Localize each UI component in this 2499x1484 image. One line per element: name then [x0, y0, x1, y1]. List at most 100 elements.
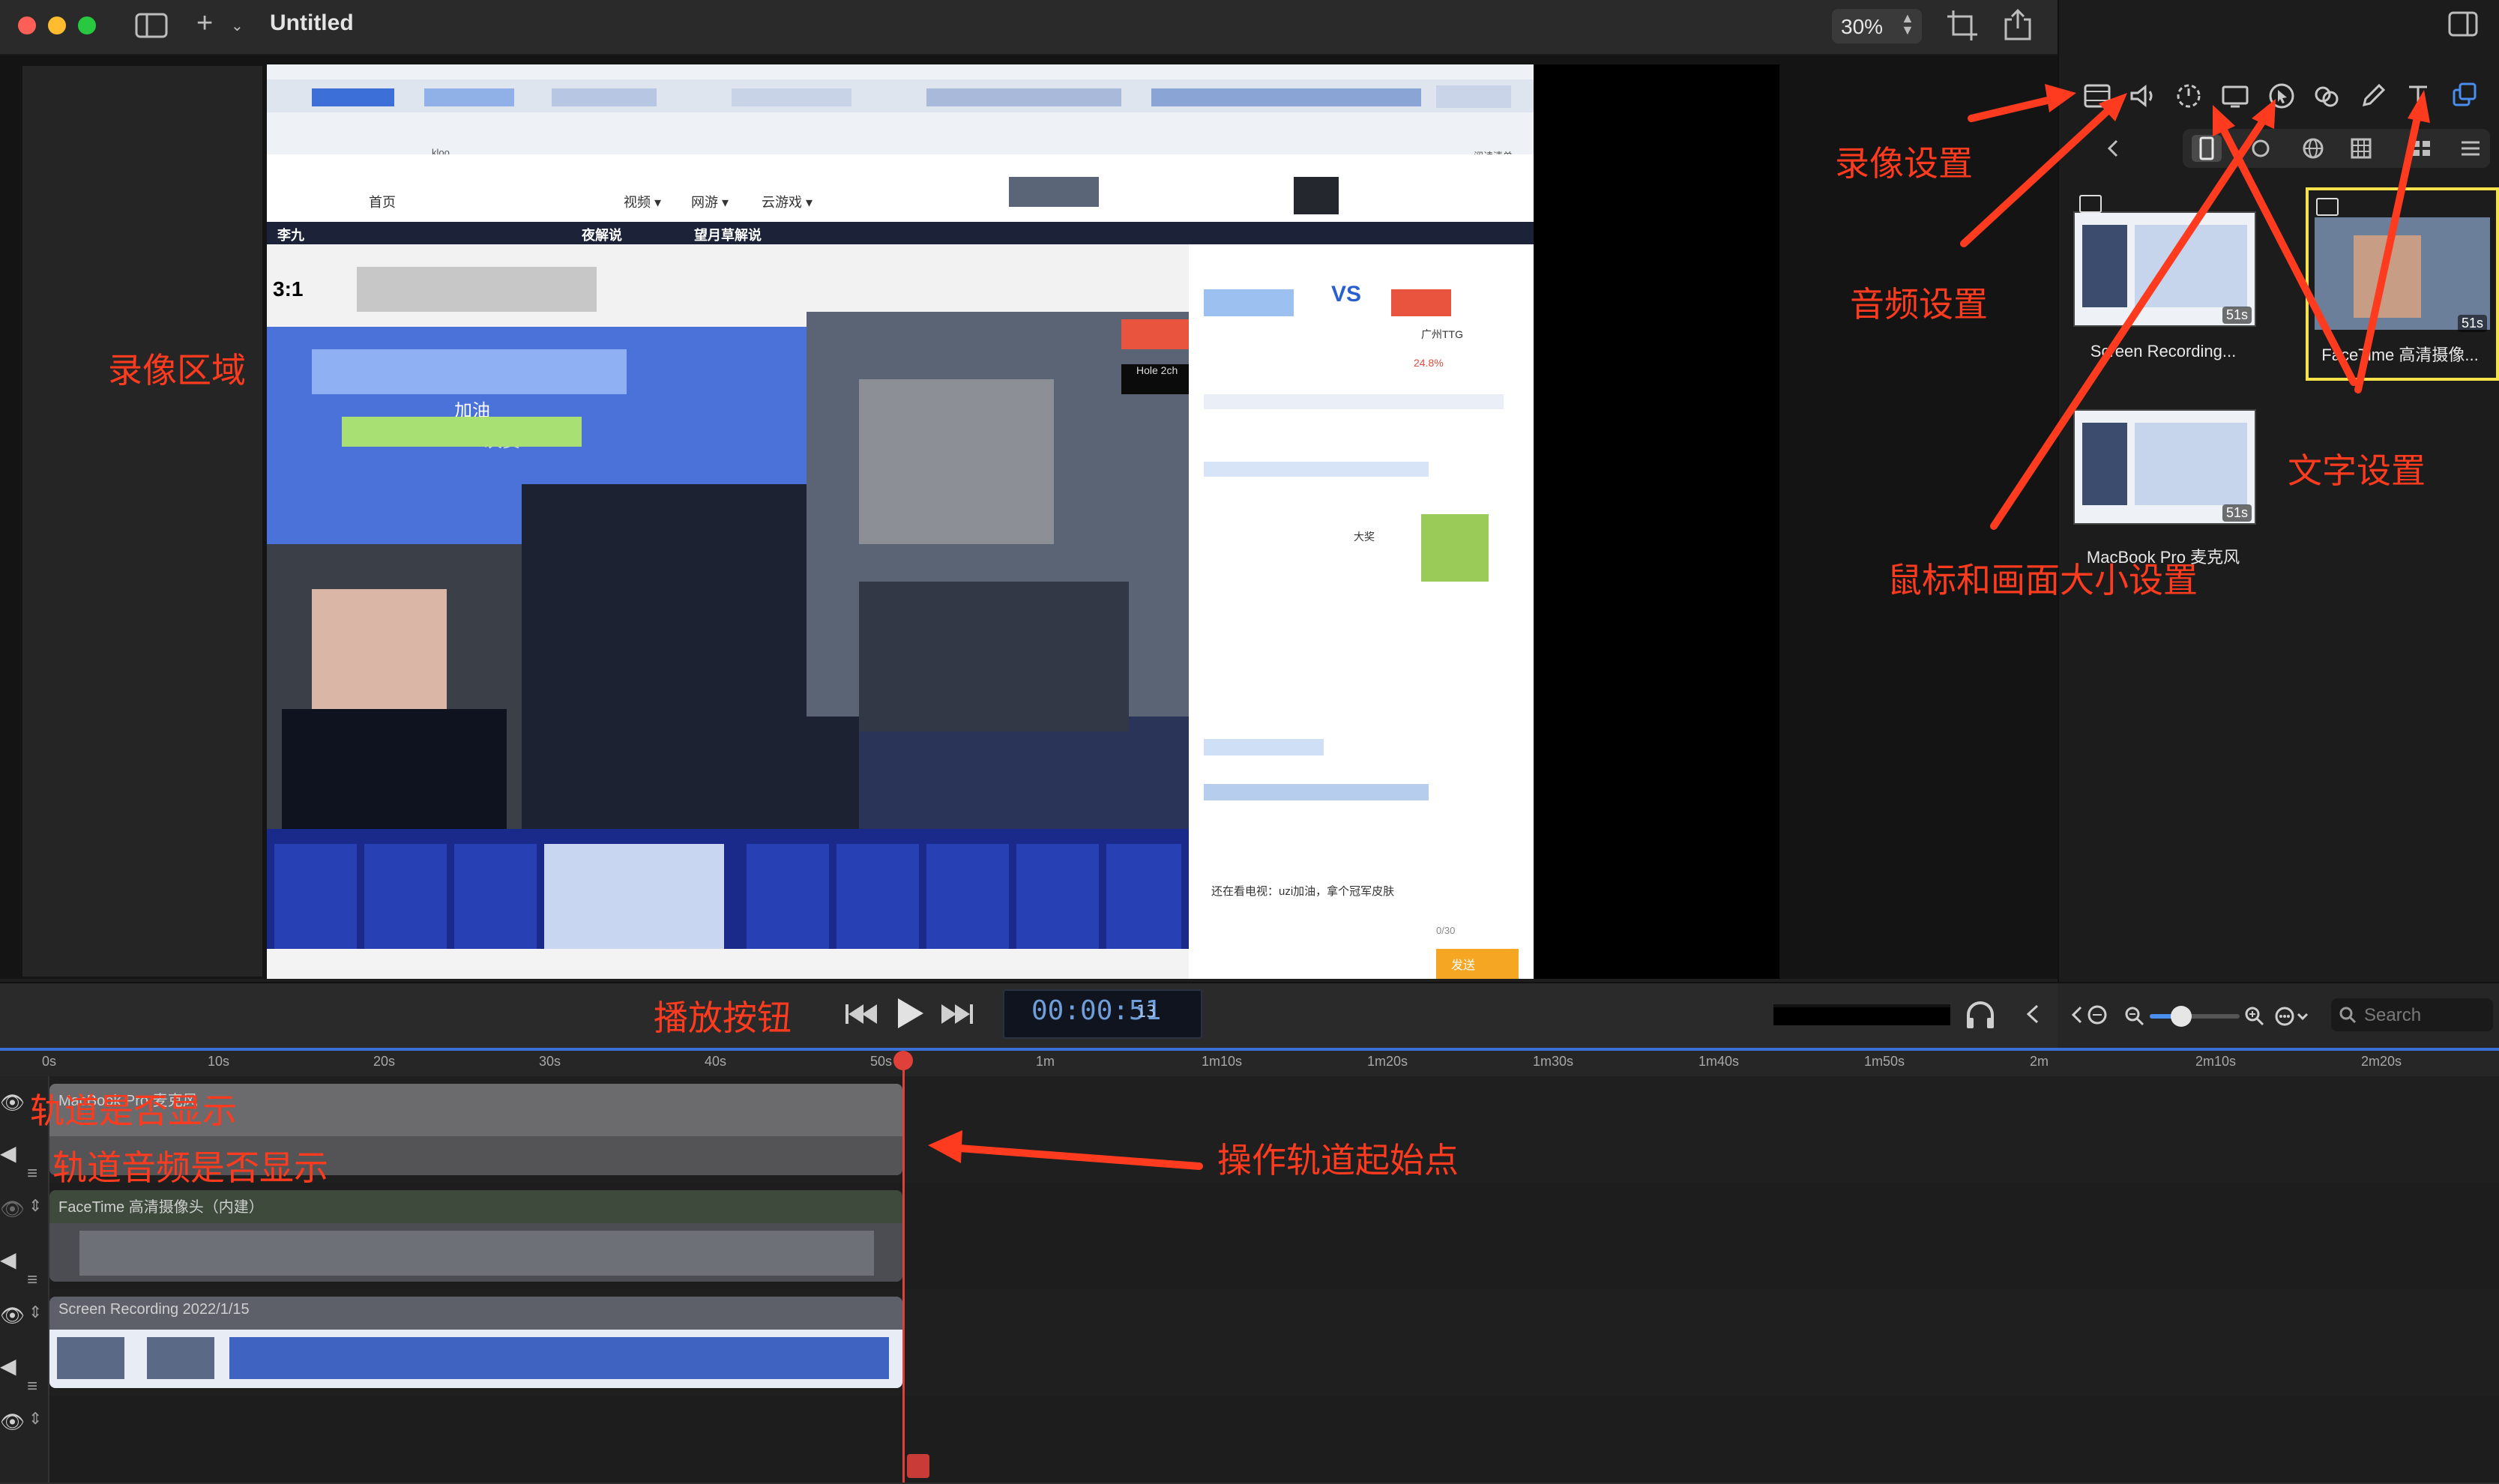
preview-counter: 0/30 — [1436, 925, 1456, 936]
skip-back-icon[interactable] — [842, 997, 880, 1035]
screen-recording-preview[interactable]: kloo 阅读清单 首页 视频 ▾ 网游 ▾ 云游戏 ▾ 李九 夜解说 望月草解… — [267, 64, 1534, 979]
play-button[interactable] — [893, 994, 926, 1037]
record-timer-icon[interactable] — [2171, 78, 2207, 114]
sidebar-toggle-icon[interactable] — [135, 12, 168, 39]
cursor-icon[interactable] — [2264, 78, 2300, 114]
preview-commentary: 望月草解说 — [694, 228, 762, 243]
reorder-handle-icon[interactable]: ≡ — [27, 1163, 37, 1184]
search-icon — [2339, 1007, 2357, 1024]
media-select-checkbox[interactable] — [2079, 195, 2102, 213]
preview-nav-home: 首页 — [369, 195, 396, 210]
playhead-handle[interactable] — [893, 1051, 913, 1070]
filter-grid-icon[interactable] — [2346, 135, 2376, 162]
zoom-stepper-icon[interactable]: ▲ ▼ — [1901, 11, 1914, 37]
preview-hole: Hole 2ch — [1136, 364, 1178, 376]
preview-host-name: 李九 — [277, 228, 304, 243]
clip-title: FaceTime 高清摄像头（内建） — [58, 1199, 264, 1216]
sort-arrows-icon[interactable]: ⇕ — [28, 1303, 42, 1322]
video-settings-icon[interactable] — [2079, 78, 2115, 114]
filter-back-icon[interactable] — [2099, 135, 2129, 162]
search-placeholder: Search — [2364, 1005, 2422, 1025]
reorder-handle-icon[interactable]: ≡ — [27, 1376, 37, 1397]
layers-icon[interactable] — [2447, 78, 2483, 114]
camera-clip[interactable]: FaceTime 高清摄像头（内建） — [49, 1190, 902, 1282]
eye-icon[interactable]: 👁 — [0, 1411, 25, 1434]
document-title: Untitled — [270, 10, 354, 35]
minimize-window-button[interactable] — [48, 16, 66, 34]
ruler-tick-label: 50s — [870, 1054, 893, 1069]
chevron-down-icon[interactable]: ⌄ — [231, 16, 244, 35]
screen-clip[interactable]: Screen Recording 2022/1/15 — [49, 1297, 902, 1388]
more-options-icon[interactable] — [2274, 1004, 2312, 1032]
preview-score: 3:1 — [273, 277, 304, 301]
preview-nav-online: 网游 ▾ — [691, 195, 729, 210]
navigate-back-icon[interactable] — [2070, 1003, 2112, 1031]
preview-team: 广州TTG — [1421, 328, 1463, 340]
annotation-text-settings: 文字设置 — [2288, 450, 2426, 491]
ruler-tick-label: 1m30s — [1533, 1054, 1574, 1069]
ruler-tick-label: 1m20s — [1367, 1054, 1408, 1069]
skip-forward-icon[interactable] — [938, 997, 976, 1035]
media-thumb-screen[interactable]: 51s — [2073, 211, 2256, 327]
filter-web-icon[interactable] — [2298, 135, 2328, 162]
ruler-tick-label: 2m10s — [2195, 1054, 2237, 1069]
media-label-screen: Screen Recording... — [2090, 342, 2237, 361]
audio-settings-icon[interactable] — [2124, 78, 2160, 114]
annotation-cursor-size: 鼠标和画面大小设置 — [1887, 560, 2198, 600]
zoom-out-icon[interactable] — [2124, 1006, 2145, 1031]
zoom-window-button[interactable] — [78, 16, 96, 34]
reorder-handle-icon[interactable]: ≡ — [27, 1270, 37, 1291]
annotation-track-start: 操作轨道起始点 — [1217, 1140, 1459, 1180]
eye-icon[interactable]: 👁 — [0, 1198, 25, 1221]
crop-icon[interactable] — [1946, 9, 1979, 42]
annotate-pen-icon[interactable] — [2355, 78, 2391, 114]
filter-device-icon[interactable] — [2192, 135, 2222, 162]
chevron-left-icon[interactable] — [2024, 1001, 2042, 1031]
playhead-foot-handle[interactable] — [907, 1454, 929, 1478]
effects-icon[interactable] — [2309, 78, 2345, 114]
ruler-tick-label: 20s — [373, 1054, 396, 1069]
ruler-tick-label: 0s — [42, 1054, 57, 1069]
sort-arrows-icon[interactable]: ⇕ — [28, 1196, 42, 1216]
eye-icon[interactable]: 👁 — [0, 1091, 25, 1114]
speaker-icon[interactable]: ◀ — [0, 1141, 16, 1165]
speaker-icon[interactable]: ◀ — [0, 1354, 16, 1378]
media-duration: 51s — [2222, 504, 2252, 522]
zoom-level: 30% — [1841, 15, 1884, 38]
view-thumbnails-icon[interactable] — [2406, 135, 2436, 162]
canvas-empty-area — [1534, 64, 1779, 979]
preview-send: 发送 — [1451, 959, 1476, 972]
preview-nav-video: 视频 ▾ — [624, 195, 662, 210]
preview-nav-cloud: 云游戏 ▾ — [762, 195, 813, 210]
close-window-button[interactable] — [18, 16, 36, 34]
media-filter-segmented — [2183, 129, 2490, 168]
timeline-zoom-knob[interactable] — [2171, 1006, 2192, 1027]
clip-title: Screen Recording 2022/1/15 — [58, 1301, 250, 1318]
audio-level-meter — [1773, 1004, 1950, 1025]
speaker-icon[interactable]: ◀ — [0, 1247, 16, 1272]
ruler-accent-line — [0, 1048, 2499, 1051]
media-thumb-microphone[interactable]: 51s — [2073, 409, 2256, 525]
filter-refresh-icon[interactable] — [2246, 135, 2276, 162]
preview-award: 大奖 — [1354, 531, 1375, 543]
share-icon[interactable] — [2001, 7, 2034, 42]
ruler-tick-label: 30s — [539, 1054, 561, 1069]
sort-arrows-icon[interactable]: ⇕ — [28, 1409, 42, 1429]
eye-icon[interactable]: 👁 — [0, 1304, 25, 1327]
ruler-tick-label: 2m20s — [2361, 1054, 2402, 1069]
screen-size-icon[interactable] — [2217, 78, 2253, 114]
inspector-toggle-icon[interactable] — [2448, 10, 2478, 37]
annotation-track-audio-visible: 轨道音频是否显示 — [52, 1147, 328, 1188]
preview-chat-line: 还在看电视：uzi加油，拿个冠军皮肤 — [1211, 885, 1395, 898]
text-icon[interactable] — [2400, 78, 2436, 114]
add-icon[interactable]: + — [196, 7, 213, 40]
ruler-tick-label: 1m — [1036, 1054, 1055, 1069]
view-list-icon[interactable] — [2456, 135, 2486, 162]
search-input[interactable]: Search — [2331, 998, 2493, 1031]
playhead[interactable] — [902, 1052, 905, 1483]
timeline-zoom-slider[interactable] — [2150, 1014, 2240, 1019]
annotation-record-area: 录像区域 — [108, 350, 246, 390]
ruler-tick-label: 2m — [2030, 1054, 2049, 1069]
zoom-in-icon[interactable] — [2244, 1006, 2265, 1031]
headphones-icon[interactable] — [1964, 998, 1997, 1035]
